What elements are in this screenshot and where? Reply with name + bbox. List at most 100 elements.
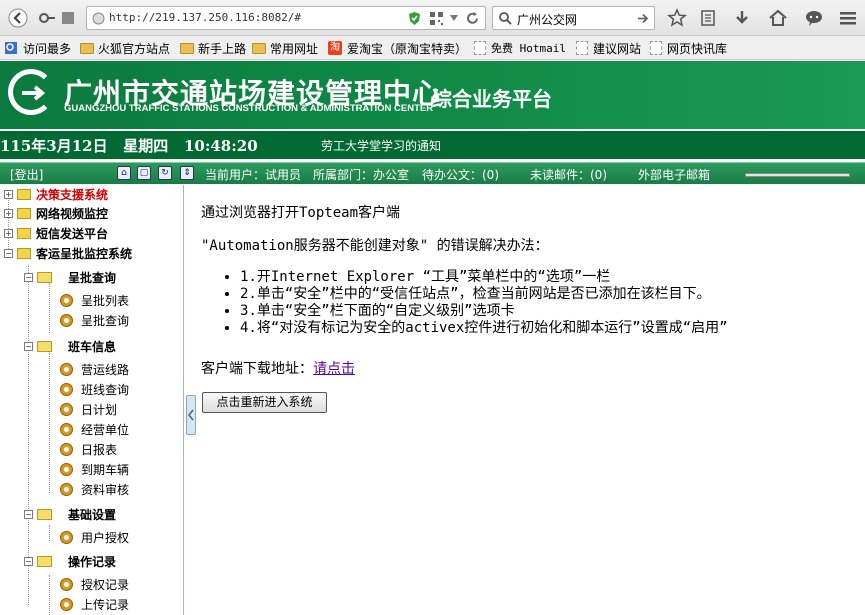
date-bar: 115年3月12日 星期四 10:48:20 劳工大学堂学习的通知 [0, 129, 865, 159]
expand-icon[interactable]: + [4, 208, 13, 218]
tree-node-video-monitoring[interactable]: + 网络视频监控 [4, 204, 108, 222]
identity-icon[interactable] [36, 6, 58, 30]
current-user: 当前用户：试用员 [205, 168, 302, 182]
search-box[interactable]: 广州公交网 [492, 6, 655, 30]
collapse-icon[interactable]: − [24, 509, 33, 519]
browser-toolbar: http://219.137.250.116:8082/# 广州公交网 [0, 0, 865, 36]
tree-item[interactable]: 到期车辆 [60, 460, 129, 478]
home-icon[interactable] [766, 6, 790, 30]
folder-open-icon [37, 508, 52, 520]
url-text: http://219.137.250.116:8082/# [109, 11, 302, 24]
dropdown-arrow-icon[interactable] [449, 14, 459, 23]
shield-icon[interactable] [407, 11, 422, 26]
gear-icon [60, 293, 73, 307]
collapse-icon[interactable]: − [4, 248, 13, 258]
tree-node-decision-support[interactable]: + 决策支援系统 [4, 185, 108, 203]
page-heading: 通过浏览器打开Topteam客户端 [201, 205, 401, 221]
download-icon[interactable] [730, 6, 754, 30]
external-mail-link[interactable]: 外部电子邮箱 [638, 166, 710, 183]
collapse-icon[interactable]: − [24, 272, 33, 282]
tree-item[interactable]: 授权记录 [60, 575, 129, 593]
list-item: 1.开Internet Explorer “工具”菜单栏中的“选项”一栏 [240, 269, 728, 286]
slider[interactable] [745, 173, 850, 177]
folder-icon [17, 227, 31, 239]
reenter-system-button[interactable]: 点击重新进入系统 [202, 392, 327, 413]
chat-icon[interactable] [802, 6, 826, 30]
back-arrow-icon [8, 8, 28, 28]
tree-group-operation-log[interactable]: − 操作记录 [24, 552, 116, 570]
user-info-bar: [登出] ⌂ ▢ ↻ ⇕ 当前用户：试用员 所属部门：办公室 待办公文：(0) … [0, 162, 865, 184]
tree-item[interactable]: 日计划 [60, 400, 117, 418]
tree-item[interactable]: 经营单位 [60, 420, 129, 438]
bookmark-firefox-site[interactable]: 火狐官方站点 [80, 40, 170, 56]
collapse-handle[interactable] [186, 395, 196, 435]
tree-group-bus-info[interactable]: − 班车信息 [24, 337, 116, 355]
reading-list-icon[interactable] [696, 6, 720, 30]
download-link[interactable]: 请点击 [313, 361, 355, 377]
chevron-left-icon [188, 409, 194, 421]
logo-mark [22, 85, 46, 101]
bookmark-suggested-sites[interactable]: 建议网站 [576, 40, 641, 56]
tree-item[interactable]: 资料审核 [60, 480, 129, 498]
folder-icon [80, 42, 94, 54]
collapse-icon[interactable]: − [24, 556, 33, 566]
logout-link[interactable]: [登出] [10, 166, 43, 183]
bookmark-web-slices[interactable]: 网页快讯库 [650, 40, 727, 56]
notice-marquee[interactable]: 劳工大学堂学习的通知 [321, 137, 441, 154]
page-icon [60, 6, 76, 30]
bookmark-common-sites[interactable]: 常用网址 [252, 40, 318, 56]
star-bookmark-icon[interactable] [664, 6, 690, 30]
bookmark-hotmail[interactable]: 免费 Hotmail [474, 40, 566, 56]
current-datetime: 115年3月12日 星期四 10:48:20 [0, 137, 258, 155]
url-bar[interactable]: http://219.137.250.116:8082/# [86, 6, 486, 30]
page-icon [650, 41, 662, 55]
expand-icon[interactable]: + [4, 228, 13, 238]
window-icon[interactable]: ▢ [137, 166, 151, 180]
bookmark-aitaobao[interactable]: 淘爱淘宝（原淘宝特卖） [328, 40, 467, 56]
list-item: 4.将“对没有标记为安全的activex控件进行初始化和脚本运行”设置成“启用” [240, 320, 728, 337]
gear-icon [60, 313, 73, 327]
refresh-icon[interactable]: ↻ [158, 166, 172, 180]
tree-item[interactable]: 日报表 [60, 440, 117, 458]
gear-icon [60, 422, 73, 436]
search-go-icon[interactable] [635, 11, 650, 26]
sidebar-splitter[interactable] [185, 185, 199, 615]
bookmark-most-visited[interactable]: 访问最多 [4, 40, 71, 56]
tree-group-approval-query[interactable]: − 呈批查询 [24, 268, 116, 286]
bookmarks-toolbar: 访问最多 火狐官方站点 新手上路 常用网址 淘爱淘宝（原淘宝特卖） 免费 Hot… [0, 36, 865, 60]
site-header: 广州市交通站场建设管理中心 GUANGZHOU TRAFFIC STATIONS… [0, 61, 865, 129]
tree-item[interactable]: 用户授权 [60, 528, 129, 546]
pending-documents[interactable]: 待办公文：(0) [422, 166, 499, 183]
menu-icon[interactable] [836, 6, 860, 30]
list-item: 3.单击“安全”栏下面的“自定义级别”选项卡 [240, 303, 728, 320]
bookmark-getting-started[interactable]: 新手上路 [180, 40, 246, 56]
download-row: 客户端下载地址：请点击 [201, 358, 355, 378]
home-icon[interactable]: ⌂ [117, 166, 131, 180]
folder-open-icon [37, 555, 52, 567]
gear-icon [60, 482, 73, 496]
tree-item[interactable]: 呈批列表 [60, 291, 129, 309]
tree-item[interactable]: 班线查询 [60, 380, 129, 398]
back-button[interactable] [4, 6, 32, 30]
error-title: "Automation服务器不能创建对象" 的错误解决办法： [201, 238, 549, 254]
folder-icon [180, 42, 194, 54]
unread-mail[interactable]: 未读邮件：(0) [530, 166, 607, 183]
tree-item[interactable]: 上传记录 [60, 595, 129, 613]
gear-icon [60, 530, 73, 544]
site-subtitle: GUANGZHOU TRAFFIC STATIONS CONSTRUCTION … [64, 103, 434, 114]
reload-icon[interactable] [465, 11, 480, 26]
expand-icon[interactable]: ⇕ [180, 166, 194, 180]
expand-icon[interactable]: + [4, 189, 13, 199]
tree-group-basic-settings[interactable]: − 基础设置 [24, 505, 116, 523]
list-item: 2.单击“安全”栏中的“受信任站点”，检查当前网站是否已添加在该栏目下。 [240, 286, 728, 303]
gear-icon [60, 462, 73, 476]
collapse-icon[interactable]: − [24, 341, 33, 351]
qr-code-icon[interactable] [429, 11, 444, 26]
tree-item[interactable]: 呈批查询 [60, 311, 129, 329]
tree-line [49, 283, 50, 333]
tree-node-passenger-approval[interactable]: − 客运呈批监控系统 [4, 244, 132, 262]
folder-icon [252, 42, 266, 54]
gear-icon [60, 382, 73, 396]
tree-node-sms-platform[interactable]: + 短信发送平台 [4, 224, 108, 242]
tree-item[interactable]: 营运线路 [60, 360, 129, 378]
